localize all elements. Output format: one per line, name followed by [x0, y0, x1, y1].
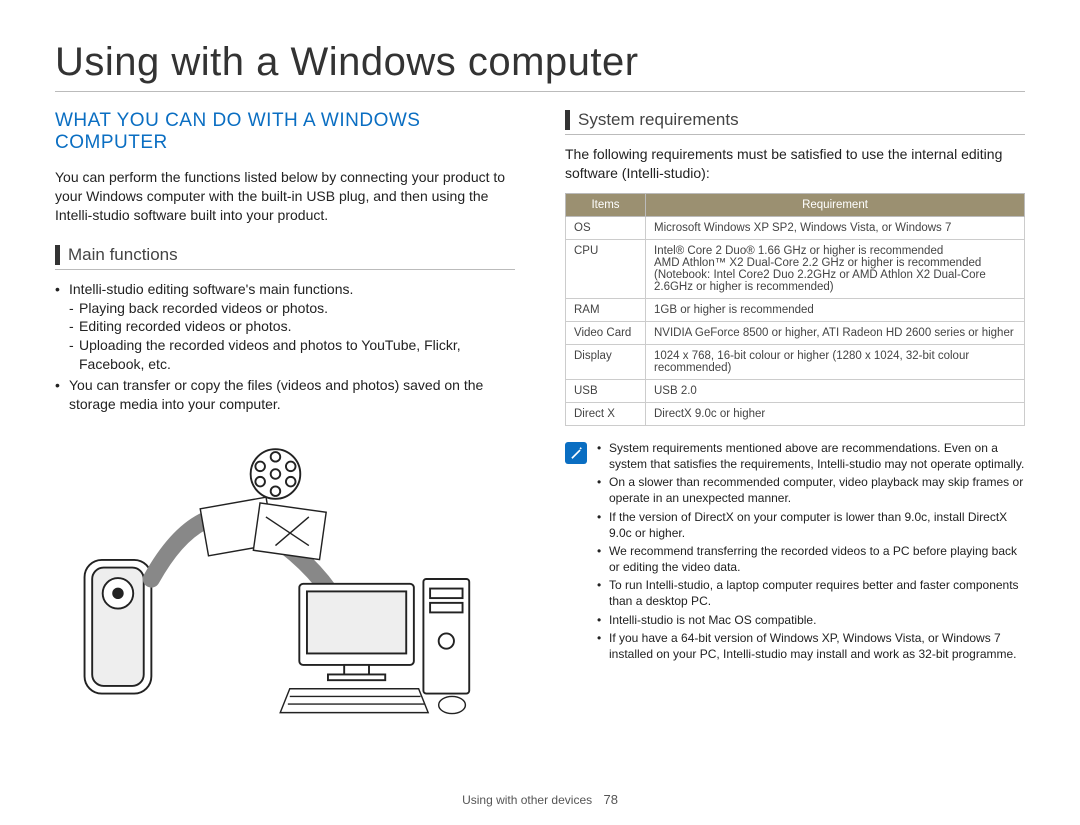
table-cell-item: RAM	[566, 298, 646, 321]
list-item: Uploading the recorded videos and photos…	[69, 336, 515, 374]
sub-heading-label: Main functions	[68, 245, 178, 265]
list-item: Editing recorded videos or photos.	[69, 317, 515, 336]
sub-heading-system-requirements: System requirements	[565, 110, 1025, 135]
sub-list: Playing back recorded videos or photos. …	[69, 299, 515, 375]
camera-to-computer-illustration	[55, 434, 515, 729]
list-item: Intelli-studio editing software's main f…	[55, 280, 515, 374]
list-item: If the version of DirectX on your comput…	[597, 509, 1025, 541]
list-item: We recommend transferring the recorded v…	[597, 543, 1025, 575]
page-footer: Using with other devices 78	[0, 792, 1080, 807]
list-item-text: Intelli-studio editing software's main f…	[69, 281, 353, 297]
table-cell-requirement: 1GB or higher is recommended	[646, 298, 1025, 321]
sub-heading-main-functions: Main functions	[55, 245, 515, 270]
page-title: Using with a Windows computer	[55, 40, 1025, 92]
table-header: Items	[566, 193, 646, 216]
right-column: System requirements The following requir…	[565, 110, 1025, 729]
list-item: On a slower than recommended computer, v…	[597, 474, 1025, 506]
table-cell-requirement: Intel® Core 2 Duo® 1.66 GHz or higher is…	[646, 239, 1025, 298]
list-item: Intelli-studio is not Mac OS compatible.	[597, 612, 1025, 628]
table-row: Display1024 x 768, 16-bit colour or high…	[566, 344, 1025, 379]
sub-heading-label: System requirements	[578, 110, 739, 130]
footer-section: Using with other devices	[462, 793, 592, 807]
table-cell-item: Display	[566, 344, 646, 379]
table-row: Video CardNVIDIA GeForce 8500 or higher,…	[566, 321, 1025, 344]
list-item: If you have a 64-bit version of Windows …	[597, 630, 1025, 662]
list-item: System requirements mentioned above are …	[597, 440, 1025, 472]
table-cell-requirement: USB 2.0	[646, 379, 1025, 402]
table-row: Direct XDirectX 9.0c or higher	[566, 402, 1025, 425]
note-icon	[565, 442, 587, 464]
intro-text: You can perform the functions listed bel…	[55, 168, 515, 225]
heading-bar-icon	[565, 110, 570, 130]
notes-block: System requirements mentioned above are …	[565, 440, 1025, 664]
notes-list: System requirements mentioned above are …	[597, 440, 1025, 664]
table-cell-item: CPU	[566, 239, 646, 298]
table-row: OSMicrosoft Windows XP SP2, Windows Vist…	[566, 216, 1025, 239]
main-functions-list: Intelli-studio editing software's main f…	[55, 280, 515, 414]
table-cell-item: Video Card	[566, 321, 646, 344]
table-cell-item: USB	[566, 379, 646, 402]
table-cell-item: OS	[566, 216, 646, 239]
page-number: 78	[603, 792, 617, 807]
table-cell-requirement: 1024 x 768, 16-bit colour or higher (128…	[646, 344, 1025, 379]
table-row: RAM1GB or higher is recommended	[566, 298, 1025, 321]
requirements-table: Items Requirement OSMicrosoft Windows XP…	[565, 193, 1025, 426]
list-item: Playing back recorded videos or photos.	[69, 299, 515, 318]
table-cell-requirement: NVIDIA GeForce 8500 or higher, ATI Radeo…	[646, 321, 1025, 344]
table-cell-item: Direct X	[566, 402, 646, 425]
table-header: Requirement	[646, 193, 1025, 216]
table-cell-requirement: DirectX 9.0c or higher	[646, 402, 1025, 425]
section-heading-what-you-can-do: WHAT YOU CAN DO WITH A WINDOWS COMPUTER	[55, 110, 515, 154]
table-cell-requirement: Microsoft Windows XP SP2, Windows Vista,…	[646, 216, 1025, 239]
list-item: You can transfer or copy the files (vide…	[55, 376, 515, 414]
list-item: To run Intelli-studio, a laptop computer…	[597, 577, 1025, 609]
requirements-intro: The following requirements must be satis…	[565, 145, 1025, 183]
table-row: USBUSB 2.0	[566, 379, 1025, 402]
heading-bar-icon	[55, 245, 60, 265]
left-column: WHAT YOU CAN DO WITH A WINDOWS COMPUTER …	[55, 110, 515, 729]
content-columns: WHAT YOU CAN DO WITH A WINDOWS COMPUTER …	[55, 110, 1025, 729]
table-row: CPUIntel® Core 2 Duo® 1.66 GHz or higher…	[566, 239, 1025, 298]
